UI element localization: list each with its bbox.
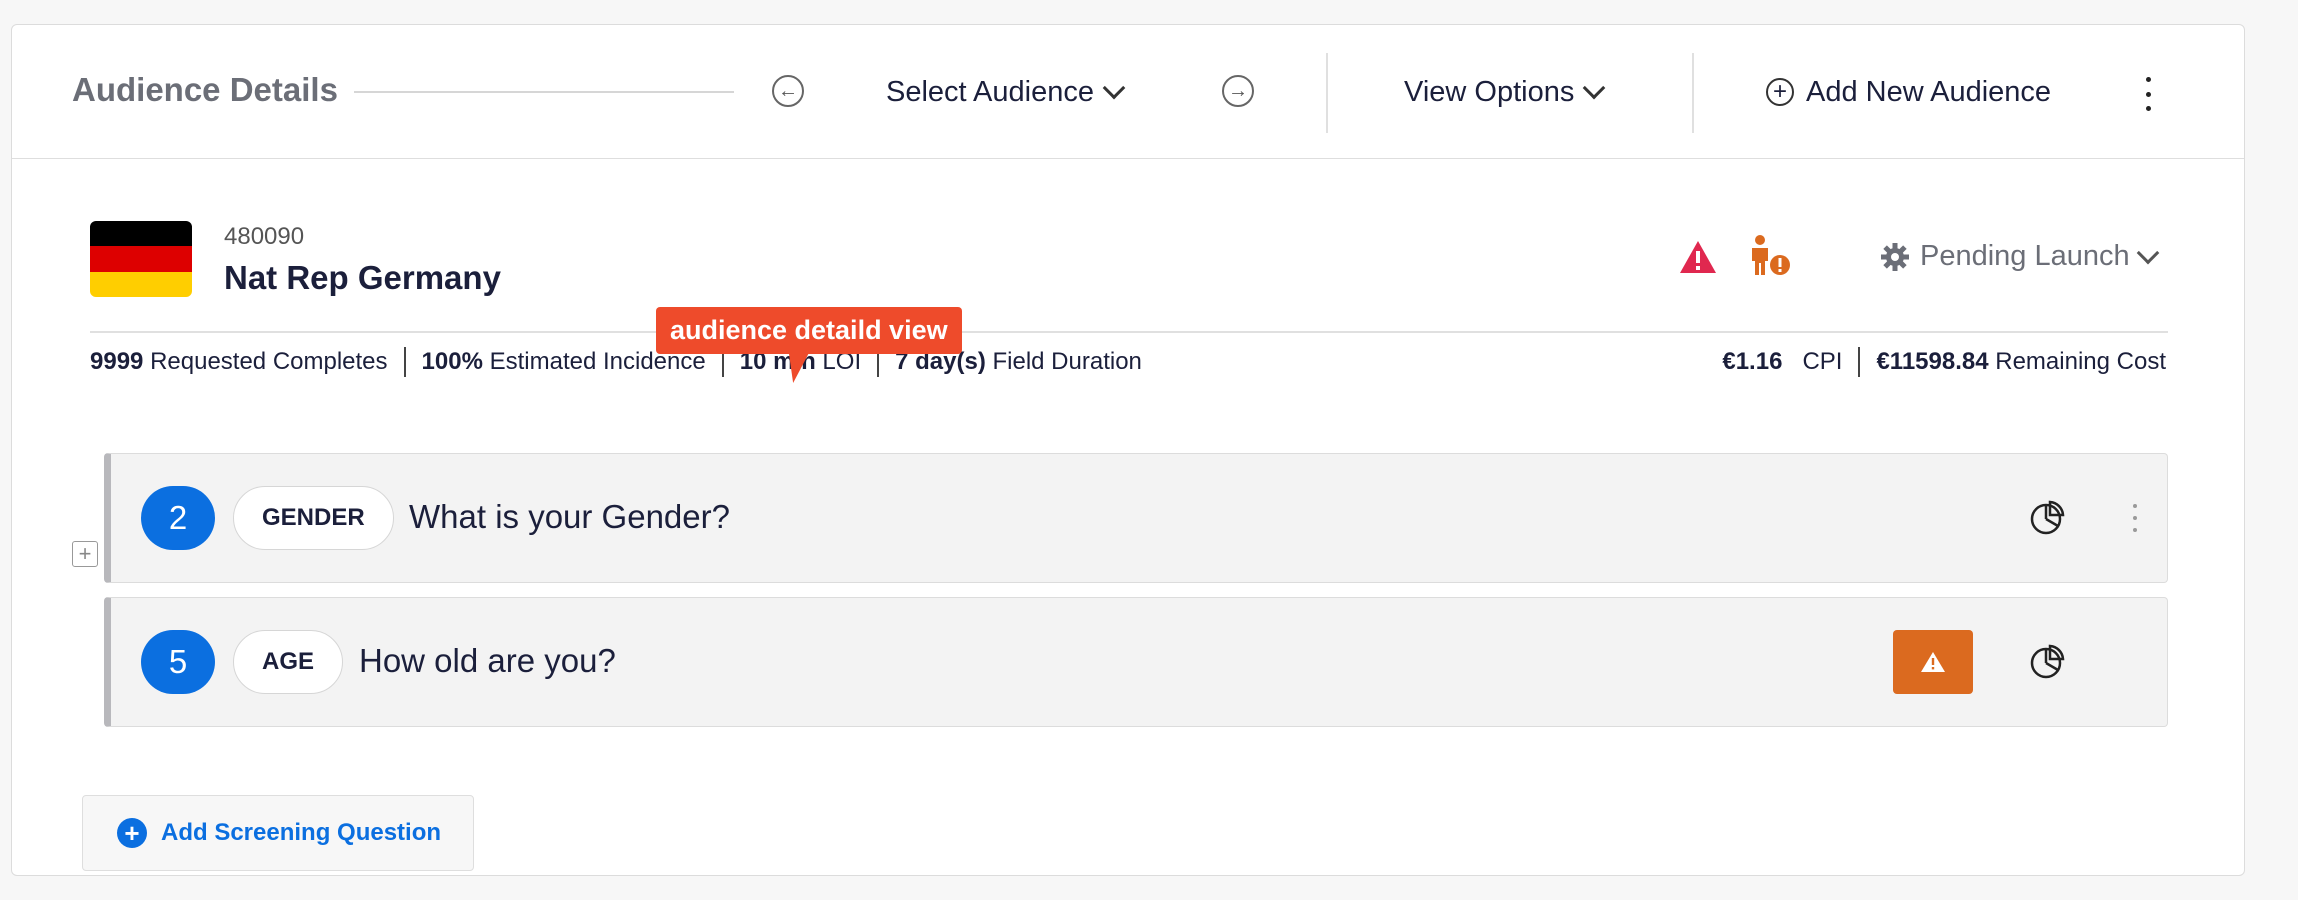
page-title: Audience Details	[72, 71, 338, 108]
stat-remaining-cost: €11598.84 Remaining Cost	[1876, 348, 2166, 375]
audience-cost-stats: €1.16 CPI €11598.84 Remaining Cost	[1722, 347, 2166, 377]
pie-chart-icon[interactable]	[2029, 499, 2067, 537]
question-row[interactable]: 2 GENDER What is your Gender?	[104, 453, 2168, 583]
question-text: What is your Gender?	[409, 498, 730, 535]
view-options-dropdown[interactable]: View Options	[1404, 69, 1606, 115]
audience-id: 480090	[224, 223, 305, 250]
audience-name: Nat Rep Germany	[224, 259, 501, 296]
next-audience-button[interactable]: →	[1222, 75, 1254, 107]
chevron-down-icon	[1583, 76, 1606, 100]
flag-stripe-gold	[90, 271, 192, 297]
audience-details-card: Audience Details ← Select Audience → Vie…	[11, 24, 2245, 876]
arrow-right-icon: →	[1228, 80, 1248, 102]
question-row[interactable]: 5 AGE How old are you?	[104, 597, 2168, 727]
select-audience-dropdown[interactable]: Select Audience	[886, 69, 1126, 115]
header-separator	[1326, 53, 1328, 133]
more-options-icon[interactable]	[2138, 77, 2158, 111]
header-separator	[1692, 53, 1694, 133]
expand-icon[interactable]: +	[72, 541, 98, 567]
view-options-label: View Options	[1404, 75, 1575, 108]
germany-flag-icon	[90, 221, 192, 297]
alert-triangle-icon[interactable]	[1678, 239, 1718, 275]
flag-stripe-black	[90, 221, 192, 247]
chevron-down-icon	[1102, 76, 1126, 100]
stat-cpi: €1.16 CPI	[1722, 348, 1843, 375]
annotation-tooltip: audience detaild view	[656, 307, 962, 354]
stat-requested-completes: 9999 Requested Completes	[90, 348, 388, 375]
select-audience-label: Select Audience	[886, 75, 1094, 108]
add-screening-question-button[interactable]: + Add Screening Question	[82, 795, 474, 871]
status-dropdown[interactable]: Pending Launch	[1880, 240, 2159, 273]
plus-circle-icon: +	[1766, 78, 1794, 106]
chevron-down-icon	[2136, 241, 2159, 264]
gear-icon	[1881, 242, 1909, 271]
question-number: 2	[141, 486, 215, 550]
question-text: How old are you?	[359, 642, 616, 679]
title-divider-line	[354, 91, 734, 93]
pie-chart-icon[interactable]	[2029, 643, 2067, 681]
stat-separator	[403, 347, 406, 377]
stat-separator	[1858, 347, 1861, 377]
question-number: 5	[141, 630, 215, 694]
prev-audience-button[interactable]: ←	[772, 75, 804, 107]
status-label: Pending Launch	[1920, 240, 2130, 272]
question-tag: AGE	[233, 630, 344, 694]
audience-stats: 9999 Requested Completes 100% Estimated …	[90, 347, 1142, 377]
question-tag: GENDER	[233, 486, 394, 550]
add-new-audience-button[interactable]: + Add New Audience	[1766, 69, 2051, 115]
add-new-audience-label: Add New Audience	[1806, 75, 2052, 108]
summary-divider	[90, 331, 2168, 333]
warning-triangle-icon	[1921, 652, 1945, 672]
arrow-left-icon: ←	[778, 80, 798, 102]
add-screening-question-label: Add Screening Question	[161, 819, 442, 846]
plus-circle-icon: +	[117, 818, 147, 848]
quota-warning-button[interactable]	[1893, 630, 1973, 694]
person-warning-icon[interactable]	[1746, 235, 1794, 277]
question-more-icon[interactable]	[2131, 504, 2139, 532]
flag-stripe-red	[90, 246, 192, 272]
card-header: Audience Details ← Select Audience → Vie…	[12, 25, 2244, 159]
